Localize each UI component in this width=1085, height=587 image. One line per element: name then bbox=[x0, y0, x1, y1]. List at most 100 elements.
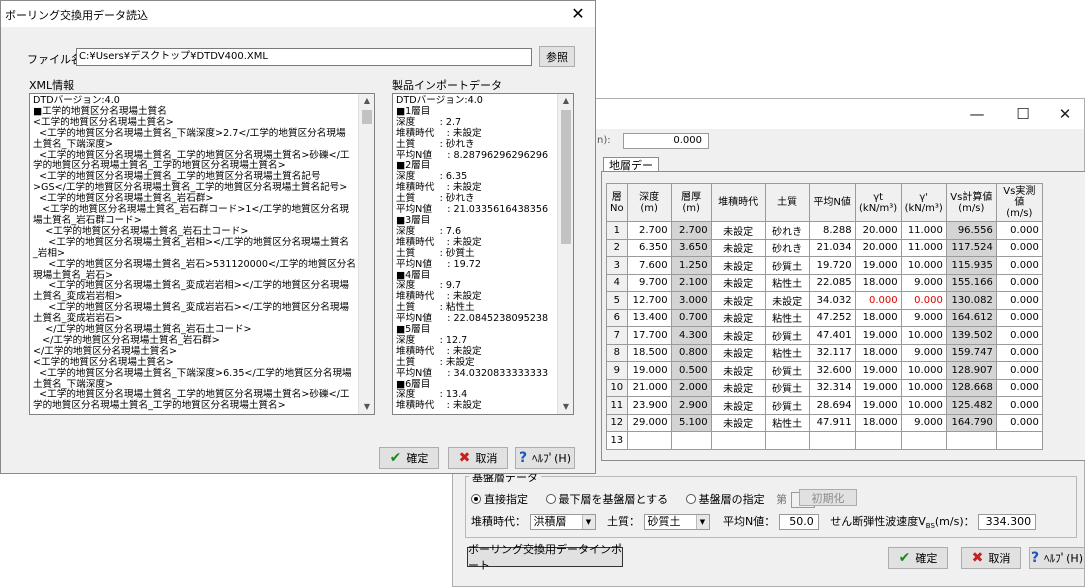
table-row[interactable]: 8 18.500 0.800 未設定 粘性土 32.117 18.000 9.000 159.7… bbox=[606, 343, 1043, 362]
table-cell-soil[interactable]: 未設定 bbox=[764, 291, 810, 310]
table-cell-no[interactable]: 8 bbox=[606, 343, 628, 362]
table-cell-depth[interactable]: 2.700 bbox=[626, 221, 672, 240]
product-scrollbar[interactable]: ▲ ▼ bbox=[557, 94, 573, 414]
table-cell-era[interactable]: 未設定 bbox=[710, 273, 766, 292]
file-path-input[interactable]: C:¥Users¥デスクトップ¥DTDV400.XML bbox=[76, 48, 532, 66]
table-cell-gp[interactable]: 9.000 bbox=[900, 273, 947, 292]
table-cell-soil[interactable]: 砂れき bbox=[764, 238, 810, 257]
table-cell-depth[interactable] bbox=[626, 431, 672, 450]
table-cell-thick[interactable]: 5.100 bbox=[670, 413, 712, 432]
era-select[interactable]: 洪積層 ▼ bbox=[529, 514, 596, 530]
table-cell-thick[interactable]: 2.000 bbox=[670, 378, 712, 397]
table-cell-gp[interactable] bbox=[900, 431, 947, 450]
table-cell-no[interactable]: 5 bbox=[606, 291, 628, 310]
table-cell-gp[interactable]: 9.000 bbox=[900, 308, 947, 327]
table-row[interactable]: 2 6.350 3.650 未設定 砂れき 21.034 20.000 11.000 117.5… bbox=[606, 238, 1043, 257]
table-cell-era[interactable]: 未設定 bbox=[710, 396, 766, 415]
table-cell-soil[interactable]: 砂質土 bbox=[764, 361, 810, 380]
radio-direct[interactable]: 直接指定 bbox=[471, 493, 528, 506]
table-row[interactable]: 7 17.700 4.300 未設定 砂質土 47.401 19.000 10.000 139.… bbox=[606, 326, 1043, 345]
table-cell-era[interactable]: 未設定 bbox=[710, 343, 766, 362]
table-cell-vs[interactable]: 164.790 bbox=[945, 413, 997, 432]
table-cell-n[interactable]: 32.600 bbox=[808, 361, 856, 380]
table-cell-vsm[interactable]: 0.000 bbox=[995, 238, 1043, 257]
table-cell-gp[interactable]: 11.000 bbox=[900, 238, 947, 257]
table-cell-soil[interactable]: 砂れき bbox=[764, 221, 810, 240]
table-cell-soil[interactable]: 砂質土 bbox=[764, 326, 810, 345]
table-cell-no[interactable]: 4 bbox=[606, 273, 628, 292]
table-cell-n[interactable]: 21.034 bbox=[808, 238, 856, 257]
table-cell-gt[interactable]: 0.000 bbox=[854, 291, 902, 310]
table-cell-gp[interactable]: 10.000 bbox=[900, 326, 947, 345]
close-button[interactable]: ✕ bbox=[1043, 101, 1085, 127]
table-cell-gt[interactable]: 20.000 bbox=[854, 238, 902, 257]
table-cell-soil[interactable]: 粘性土 bbox=[764, 343, 810, 362]
table-cell-vs[interactable]: 155.166 bbox=[945, 273, 997, 292]
help-button[interactable]: ? ﾍﾙﾌﾟ(H) bbox=[1029, 547, 1085, 569]
table-cell-no[interactable]: 1 bbox=[606, 221, 628, 240]
table-cell-vs[interactable] bbox=[945, 431, 997, 450]
table-row[interactable]: 3 7.600 1.250 未設定 砂質土 19.720 19.000 10.000 115.9… bbox=[606, 256, 1043, 275]
top-value-field[interactable]: 0.000 bbox=[623, 133, 709, 149]
table-cell-gt[interactable]: 19.000 bbox=[854, 396, 902, 415]
close-icon[interactable]: ✕ bbox=[563, 3, 593, 25]
table-cell-vsm[interactable]: 0.000 bbox=[995, 221, 1043, 240]
table-cell-vsm[interactable]: 0.000 bbox=[995, 413, 1043, 432]
table-cell-vs[interactable]: 164.612 bbox=[945, 308, 997, 327]
table-cell-depth[interactable]: 18.500 bbox=[626, 343, 672, 362]
vs-value-field[interactable]: 334.300 bbox=[978, 514, 1037, 530]
table-cell-thick[interactable]: 3.000 bbox=[670, 291, 712, 310]
table-cell-era[interactable]: 未設定 bbox=[710, 221, 766, 240]
table-cell-thick[interactable]: 0.500 bbox=[670, 361, 712, 380]
maximize-button[interactable]: ☐ bbox=[1001, 101, 1045, 127]
table-cell-era[interactable]: 未設定 bbox=[710, 326, 766, 345]
table-cell-thick[interactable]: 2.100 bbox=[670, 273, 712, 292]
cancel-button[interactable]: ✖ 取消 bbox=[961, 547, 1021, 569]
xml-info-text[interactable]: DTDバージョン:4.0 ■工学的地質区分名現場土質名 <工学的地質区分名現場土… bbox=[29, 93, 375, 415]
table-cell-era[interactable]: 未設定 bbox=[710, 361, 766, 380]
table-cell-depth[interactable]: 7.600 bbox=[626, 256, 672, 275]
table-cell-gt[interactable] bbox=[854, 431, 902, 450]
table-cell-gp[interactable]: 10.000 bbox=[900, 396, 947, 415]
table-cell-vs[interactable]: 139.502 bbox=[945, 326, 997, 345]
table-cell-depth[interactable]: 17.700 bbox=[626, 326, 672, 345]
scroll-down-icon[interactable]: ▼ bbox=[558, 400, 573, 414]
table-cell-vsm[interactable]: 0.000 bbox=[995, 343, 1043, 362]
n-value-field[interactable]: 50.0 bbox=[778, 514, 819, 530]
table-cell-vsm[interactable]: 0.000 bbox=[995, 326, 1043, 345]
table-cell-gt[interactable]: 18.000 bbox=[854, 343, 902, 362]
table-cell-vs[interactable]: 96.556 bbox=[945, 221, 997, 240]
soil-select[interactable]: 砂質土 ▼ bbox=[643, 514, 710, 530]
table-cell-era[interactable]: 未設定 bbox=[710, 291, 766, 310]
table-cell-gt[interactable]: 19.000 bbox=[854, 326, 902, 345]
table-cell-vs[interactable]: 159.747 bbox=[945, 343, 997, 362]
radio-lowest[interactable]: 最下層を基盤層とする bbox=[545, 493, 668, 506]
ok-button[interactable]: ✔ 確定 bbox=[888, 547, 948, 569]
table-cell-gp[interactable]: 11.000 bbox=[900, 221, 947, 240]
table-cell-vsm[interactable]: 0.000 bbox=[995, 291, 1043, 310]
table-cell-n[interactable]: 28.694 bbox=[808, 396, 856, 415]
table-cell-thick[interactable]: 2.700 bbox=[670, 221, 712, 240]
table-cell-depth[interactable]: 21.000 bbox=[626, 378, 672, 397]
ok-button[interactable]: ✔ 確定 bbox=[379, 447, 439, 469]
table-cell-n[interactable]: 34.032 bbox=[808, 291, 856, 310]
table-cell-vsm[interactable]: 0.000 bbox=[995, 256, 1043, 275]
table-cell-depth[interactable]: 12.700 bbox=[626, 291, 672, 310]
table-cell-era[interactable]: 未設定 bbox=[710, 308, 766, 327]
table-cell-n[interactable]: 47.911 bbox=[808, 413, 856, 432]
table-cell-soil[interactable] bbox=[764, 431, 810, 450]
table-cell-soil[interactable]: 砂質土 bbox=[764, 378, 810, 397]
table-cell-soil[interactable]: 砂質土 bbox=[764, 256, 810, 275]
table-cell-gp[interactable]: 9.000 bbox=[900, 413, 947, 432]
scroll-thumb[interactable] bbox=[362, 110, 372, 124]
table-cell-gt[interactable]: 20.000 bbox=[854, 221, 902, 240]
table-cell-vsm[interactable]: 0.000 bbox=[995, 273, 1043, 292]
scroll-thumb[interactable] bbox=[561, 110, 571, 244]
table-cell-soil[interactable]: 粘性土 bbox=[764, 413, 810, 432]
table-row[interactable]: 1 2.700 2.700 未設定 砂れき 8.288 20.000 11.000 96.556… bbox=[606, 221, 1043, 240]
table-cell-vsm[interactable]: 0.000 bbox=[995, 378, 1043, 397]
table-cell-n[interactable]: 32.314 bbox=[808, 378, 856, 397]
table-cell-vs[interactable]: 125.482 bbox=[945, 396, 997, 415]
table-cell-n[interactable]: 47.401 bbox=[808, 326, 856, 345]
table-cell-gt[interactable]: 18.000 bbox=[854, 273, 902, 292]
